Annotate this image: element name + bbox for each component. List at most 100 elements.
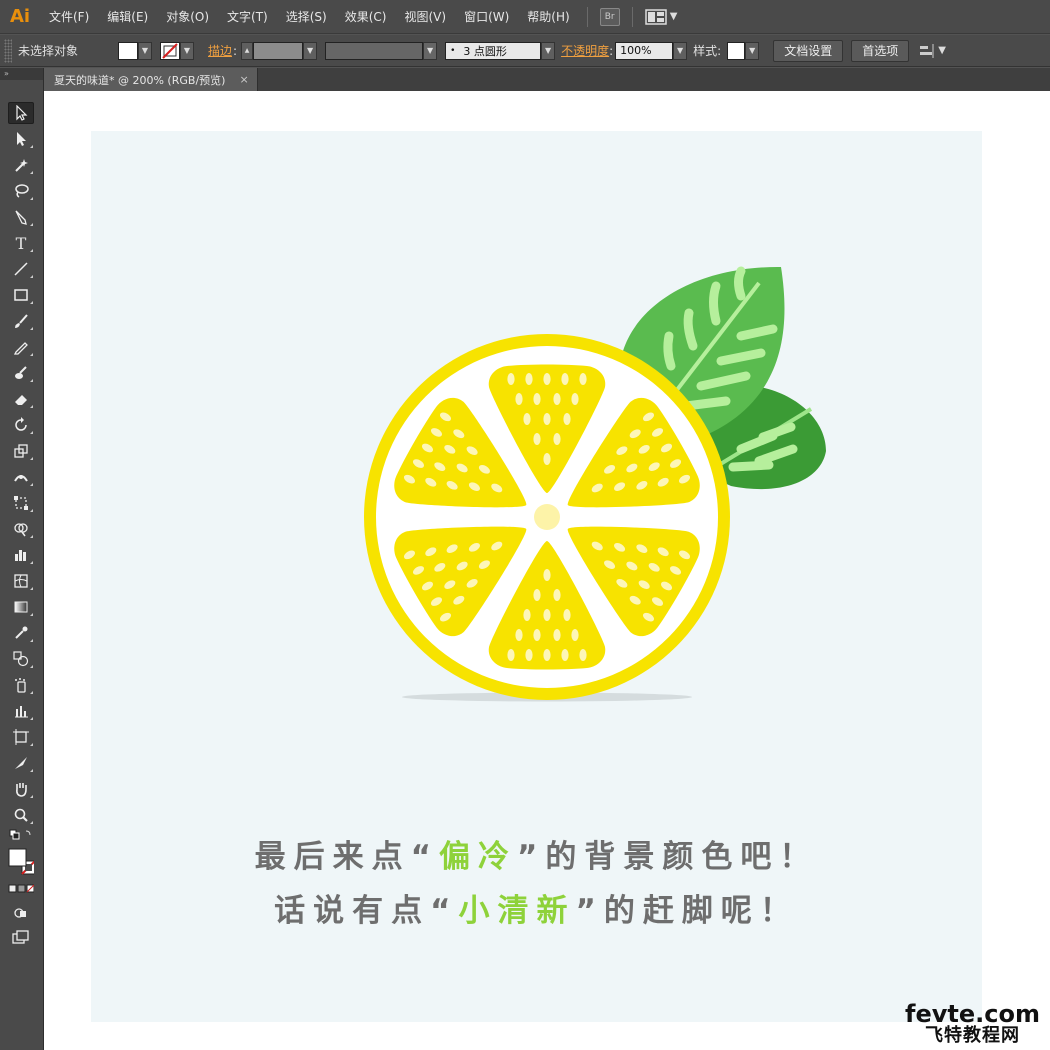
lemon-seed	[507, 649, 515, 661]
free-transform-tool-icon[interactable]	[8, 492, 34, 514]
lemon-seed	[553, 393, 561, 405]
menu-effect[interactable]: 效果(C)	[336, 0, 396, 34]
bridge-icon: Br	[599, 7, 620, 26]
menu-object[interactable]: 对象(O)	[157, 0, 218, 34]
menu-view[interactable]: 视图(V)	[395, 0, 455, 34]
caption-line-1-highlight: 偏冷	[439, 839, 517, 875]
stroke-label[interactable]: 描边	[208, 42, 232, 59]
brush-dropdown[interactable]: ▼	[541, 41, 556, 60]
lemon-seed	[561, 649, 569, 661]
screen-mode-icon[interactable]	[8, 926, 34, 948]
slice-tool-icon[interactable]	[8, 752, 34, 774]
hand-tool-icon[interactable]	[8, 778, 34, 800]
graph-tool-icon[interactable]	[8, 544, 34, 566]
bridge-button[interactable]: Br	[596, 6, 624, 28]
close-tab-icon[interactable]: ×	[239, 73, 248, 86]
mesh-tool-icon[interactable]	[8, 570, 34, 592]
rectangle-tool-icon[interactable]	[8, 284, 34, 306]
lemon-seed	[543, 413, 551, 425]
stroke-swatch[interactable]	[160, 41, 180, 60]
menu-type[interactable]: 文字(T)	[218, 0, 277, 34]
selection-tool-icon[interactable]	[8, 102, 34, 124]
lemon-seed	[525, 649, 533, 661]
graphic-style-swatch[interactable]	[727, 41, 746, 60]
tools-panel: » T	[0, 68, 44, 1050]
brush-definition-value: 3 点圆形	[463, 44, 507, 58]
opacity-dropdown[interactable]: ▼	[673, 41, 688, 60]
no-stroke-icon	[162, 42, 178, 59]
watermark: fevte.com 飞特教程网	[905, 1002, 1040, 1046]
profile-dropdown[interactable]: ▼	[423, 41, 438, 60]
lemon-seed	[553, 433, 561, 445]
lemon-seed	[543, 609, 551, 621]
panel-grip[interactable]	[4, 38, 12, 63]
brush-dot-icon: •	[450, 45, 456, 56]
magic-wand-tool-icon[interactable]	[8, 154, 34, 176]
eyedropper-tool-icon[interactable]	[8, 622, 34, 644]
brush-definition-field[interactable]: • 3 点圆形	[445, 41, 542, 60]
width-tool-icon[interactable]	[8, 466, 34, 488]
lemon-seed	[515, 393, 523, 405]
artboard[interactable]: 最后来点“偏冷”的背景颜色吧！ 话说有点“小清新”的赶脚呢！	[91, 131, 982, 1022]
symbol-sprayer-tool-icon[interactable]	[8, 674, 34, 696]
stroke-dropdown-button[interactable]: ▼	[180, 41, 194, 60]
line-segment-tool-icon[interactable]	[8, 258, 34, 280]
opacity-label[interactable]: 不透明度	[561, 42, 609, 59]
preferences-button[interactable]: 首选项	[851, 39, 910, 62]
lasso-tool-icon[interactable]	[8, 180, 34, 202]
scale-tool-icon[interactable]	[8, 440, 34, 462]
arrange-documents-button[interactable]: ▼	[641, 6, 682, 28]
lemon-seed	[533, 589, 541, 601]
lemon-seed	[553, 629, 561, 641]
illustrator-window: Ai 文件(F) 编辑(E) 对象(O) 文字(T) 选择(S) 效果(C) 视…	[0, 0, 1050, 1050]
graphic-style-dropdown[interactable]: ▼	[745, 41, 760, 60]
colon: :	[609, 43, 614, 58]
menu-separator	[586, 6, 588, 27]
default-fill-stroke-icon[interactable]	[8, 828, 34, 842]
caption-line-2-before: 话说有点“	[274, 893, 459, 929]
menu-file[interactable]: 文件(F)	[40, 0, 98, 34]
selection-status: 未选择对象	[18, 44, 79, 58]
stroke-weight-dropdown[interactable]: ▼	[303, 41, 318, 60]
artboard-tool-icon[interactable]	[8, 726, 34, 748]
fill-stroke-swatches[interactable]	[8, 846, 34, 880]
drawing-mode-icon[interactable]	[8, 902, 34, 924]
panel-menu-button[interactable]: ▼	[915, 40, 950, 62]
stroke-weight-field[interactable]	[253, 41, 304, 60]
blend-tool-icon[interactable]	[8, 648, 34, 670]
document-tab[interactable]: 夏天的味道* @ 200% (RGB/预览) ×	[44, 68, 258, 91]
blob-brush-tool-icon[interactable]	[8, 362, 34, 384]
lemon-seed	[523, 609, 531, 621]
lemon-seed	[533, 393, 541, 405]
shape-builder-tool-icon[interactable]	[8, 518, 34, 540]
gradient-tool-icon[interactable]	[8, 596, 34, 618]
menu-edit[interactable]: 编辑(E)	[98, 0, 157, 34]
lemon-center	[534, 504, 560, 530]
caption-line-1-after: ”的背景颜色吧！	[517, 839, 819, 875]
color-mode-icons[interactable]	[8, 882, 34, 896]
panel-collapse-icon[interactable]: »	[0, 68, 43, 80]
control-bar: 未选择对象 ▼ ▼ 描边 : ▲ ▼ ▼ • 3 点圆形 ▼ 不透明度 : 10…	[0, 35, 1050, 67]
column-graph-tool-icon[interactable]	[8, 700, 34, 722]
menu-select[interactable]: 选择(S)	[277, 0, 336, 34]
zoom-tool-icon[interactable]	[8, 804, 34, 826]
rotate-tool-icon[interactable]	[8, 414, 34, 436]
document-setup-button[interactable]: 文档设置	[773, 39, 844, 62]
fill-swatch[interactable]	[118, 41, 138, 60]
caption-line-1-before: 最后来点“	[254, 839, 439, 875]
variable-width-profile[interactable]	[325, 41, 424, 60]
pen-tool-icon[interactable]	[8, 206, 34, 228]
eraser-tool-icon[interactable]	[8, 388, 34, 410]
stroke-weight-stepper[interactable]: ▲	[241, 41, 254, 60]
fill-dropdown-button[interactable]: ▼	[138, 41, 152, 60]
lemon-seed	[525, 373, 533, 385]
paintbrush-tool-icon[interactable]	[8, 310, 34, 332]
menu-window[interactable]: 窗口(W)	[455, 0, 518, 34]
arrange-documents-icon	[644, 8, 667, 25]
opacity-field[interactable]: 100%	[615, 41, 674, 60]
pencil-tool-icon[interactable]	[8, 336, 34, 358]
menu-help[interactable]: 帮助(H)	[518, 0, 578, 34]
canvas-workspace[interactable]: 最后来点“偏冷”的背景颜色吧！ 话说有点“小清新”的赶脚呢！ fevte.com…	[44, 91, 1050, 1050]
type-tool-icon[interactable]: T	[8, 232, 34, 254]
direct-selection-tool-icon[interactable]	[8, 128, 34, 150]
